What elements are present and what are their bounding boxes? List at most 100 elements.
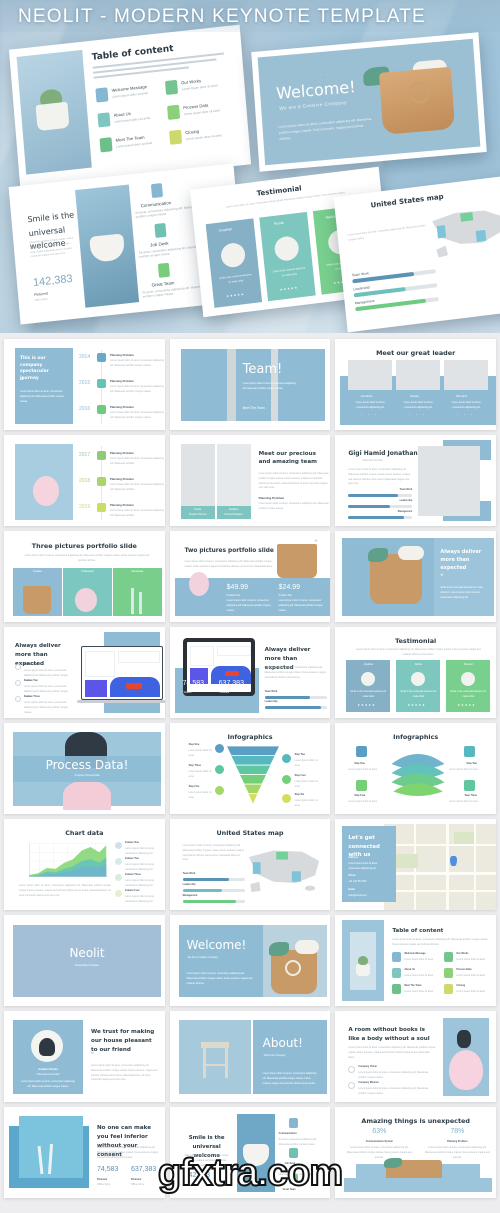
hero-smile-body: Maecenas porttitor congue massa. Fusce p… bbox=[29, 236, 74, 259]
sphere-sub-1: Lorem ipsum dolor sit amet bbox=[449, 768, 478, 771]
testimonial-body: Lorem ipsum dolor sit amet, consectetur … bbox=[356, 648, 481, 656]
funnel-node-2 bbox=[214, 765, 224, 774]
hero-banner: NEOLIT - MODERN KEYNOTE TEMPLATE Table o… bbox=[0, 0, 500, 333]
journey2-icon-1 bbox=[97, 477, 106, 486]
amazing-stat-label-1: Planning Problem bbox=[447, 1140, 468, 1143]
area-chart-graphic bbox=[28, 843, 108, 878]
testimonial-name-2: Bernard bbox=[464, 663, 473, 666]
toc-icon-0 bbox=[392, 952, 402, 962]
page-title: NEOLIT - MODERN KEYNOTE TEMPLATE bbox=[18, 6, 426, 27]
chart-legend-sub-3: Lorem ipsum dolor sit amet, consectetur … bbox=[125, 895, 155, 903]
funnel-label-1: Step Two bbox=[294, 753, 306, 756]
tablet-stat-value-1: 637,383 bbox=[218, 680, 244, 687]
hero-testimonial-card-1: Rosita Smile is the universal welcome fo… bbox=[259, 211, 316, 302]
slide-thumb-welcome[interactable]: · · · · · · · · · · Welcome! We Are A Cr… bbox=[169, 915, 331, 1006]
hero-testimonial-name-1: Rosita bbox=[273, 220, 284, 226]
welcome-subtitle: We Are A Creative Company bbox=[187, 956, 218, 959]
laptop-feature-sub-2: Lorem ipsum dolor sit amet, consectetur … bbox=[24, 701, 68, 714]
contact-field-label-0: Address bbox=[348, 856, 358, 859]
portfolio3-tile-label-2: Passionate bbox=[131, 570, 144, 573]
toc-sub-0: Lorem ipsum dolor sit amet bbox=[404, 958, 434, 961]
journey-icon-2 bbox=[97, 405, 106, 414]
slide-thumb-portfolio-3[interactable]: Three pictures portfolio slide Lorem ips… bbox=[4, 531, 165, 622]
slide-thumb-room-books[interactable]: A room without books is like a body with… bbox=[335, 1011, 496, 1102]
journey-year-2: 2016 bbox=[79, 406, 91, 412]
slide-thumb-laptop-features[interactable]: Always deliver more than expected Featur… bbox=[4, 627, 165, 718]
amazing-stat-sub-1: Lorem ipsum dolor sit amet, consectetur … bbox=[424, 1146, 490, 1159]
slide-thumb-neolit-cover[interactable]: Neolit Presentation Template · · · · · ·… bbox=[4, 915, 165, 1006]
slide-thumb-testimonial-3[interactable]: Testimonial Lorem ipsum dolor sit amet, … bbox=[335, 627, 496, 718]
trust-caption: Lorem ipsum dolor sit amet, consectetur … bbox=[21, 1080, 75, 1088]
bullet-icon bbox=[15, 680, 21, 686]
slide-thumb-process-data[interactable]: Process Data! Company Process Data bbox=[4, 723, 165, 814]
funnel-node-1 bbox=[281, 754, 291, 763]
leader-name-0: Jonathan bbox=[360, 394, 373, 398]
journey-sub-2: Lorem ipsum dolor sit amet, consectetur … bbox=[110, 411, 164, 419]
amazing-title: Amazing things is unexpected bbox=[361, 1117, 470, 1125]
hero-testimonial-title: Testimonial bbox=[256, 184, 302, 198]
toc-icon-2 bbox=[392, 968, 402, 978]
slide-thumb-us-map[interactable]: United States map Lorem ipsum dolor sit … bbox=[169, 819, 331, 910]
sphere-sub-2: Lorem ipsum dolor sit amet bbox=[348, 800, 378, 803]
slide-thumb-profile-gigi[interactable]: Gigi Hamid Jonathan Cofounder Founder Lo… bbox=[335, 435, 496, 526]
slide-thumb-precious-team[interactable]: Rosita Creative Director Jonathan Produc… bbox=[169, 435, 331, 526]
chart-legend-sub-1: Lorem ipsum dolor sit amet, consectetur … bbox=[125, 863, 155, 871]
slide-thumb-journey-2[interactable]: 2017 Planning Problem Lorem ipsum dolor … bbox=[4, 435, 165, 526]
room-books-item-label-0: Company Vision bbox=[358, 1065, 378, 1068]
about-subtitle: About Our Company bbox=[263, 1054, 286, 1057]
slide-thumb-chart-data[interactable]: Chart data Lorem ipsum dolor sit amet, c… bbox=[4, 819, 165, 910]
profile-body: Lorem ipsum dolor sit amet, consectetur … bbox=[348, 468, 411, 486]
sphere-icon-0 bbox=[356, 746, 368, 757]
funnel-node-0 bbox=[214, 744, 224, 753]
legend-dot-0 bbox=[115, 842, 122, 849]
slide-thumb-about[interactable]: About! About Our Company · · · · · · · ·… bbox=[169, 1011, 331, 1102]
map-pin-icon bbox=[450, 856, 458, 866]
slide-thumb-toc[interactable]: Table of content Lorem ipsum dolor sit a… bbox=[335, 915, 496, 1006]
toc-label-3: Process Data bbox=[456, 968, 472, 971]
slide-thumb-journey[interactable]: This is our company spectacular journey … bbox=[4, 339, 165, 430]
bullet-icon bbox=[348, 1082, 356, 1089]
toc-icon-5 bbox=[169, 129, 183, 145]
testimonial-name-1: Rosita bbox=[414, 663, 422, 666]
journey2-icon-2 bbox=[97, 503, 106, 512]
slide-thumb-contact[interactable]: Let's get connected with us Address Lore… bbox=[335, 819, 496, 910]
tablet-mockup bbox=[182, 638, 255, 696]
hero-testimonial-name-0: Jonathan bbox=[218, 227, 233, 233]
slide-thumb-portfolio-2[interactable]: Two pictures portfolio slide Lorem ipsum… bbox=[169, 531, 331, 622]
journey-label-1: Planning Problem bbox=[110, 379, 134, 383]
us-map-graphic bbox=[432, 210, 500, 258]
legend-dot-2 bbox=[115, 874, 122, 881]
slide-thumb-inferior-quote[interactable]: No one can make you feel inferior withou… bbox=[4, 1107, 165, 1198]
journey-title: This is our company spectacular journey bbox=[20, 356, 49, 381]
precious-caption-role-0: Creative Director bbox=[188, 513, 207, 516]
journey2-year-0: 2017 bbox=[79, 452, 91, 458]
slide-thumb-deliver-quote[interactable]: Always deliver more than expected “ Smil… bbox=[335, 531, 496, 622]
laptop-feature-label-0: Feature One bbox=[24, 663, 38, 666]
deliver-quote-body: Smile is the universal welcome for make … bbox=[440, 586, 483, 599]
toc-icon-5 bbox=[444, 984, 454, 994]
testimonial-quote-0: Smile is the universal welcome for make … bbox=[350, 690, 387, 698]
contact-field-value-0: Lorem ipsum dolor sit amet, consectetur … bbox=[348, 862, 378, 870]
slide-thumb-team-cover[interactable]: Team! Lorem ipsum dolor sit amet consect… bbox=[169, 339, 331, 430]
funnel-label-3: Step Four bbox=[294, 774, 306, 777]
slide-thumbnail-grid: This is our company spectacular journey … bbox=[0, 333, 500, 1213]
toc-sub-3: Lorem ipsum dolor sit amet bbox=[456, 974, 486, 977]
precious-subbody: Lorem ipsum dolor sit amet, consectetur … bbox=[258, 502, 329, 510]
slide-thumb-great-leader[interactable]: Meet our great leader Jonathan Lorem ips… bbox=[335, 339, 496, 430]
slide-thumb-tablet-stats[interactable]: 74,583 Visitors 637,383 Pinterest Always… bbox=[169, 627, 331, 718]
hero-smile-stat-sub: Offline Store bbox=[34, 297, 48, 302]
portfolio2-body: Lorem ipsum dolor sit amet, consectetur … bbox=[184, 560, 273, 568]
slide-thumb-amazing-things[interactable]: Amazing things is unexpected 63% Communi… bbox=[335, 1107, 496, 1198]
tablet-stat-label-1: Pinterest bbox=[219, 691, 230, 694]
slide-thumb-trust-quote[interactable]: Jonathan Doenks Cofounder & Founder Lore… bbox=[4, 1011, 165, 1102]
hero-testimonial-card-0: Jonathan Smile is the universal welcome … bbox=[205, 218, 263, 308]
communication-icon bbox=[288, 1118, 298, 1128]
chart-legend-label-0: Feature One bbox=[125, 841, 139, 844]
leader-sub-2: Lorem ipsum dolor sit amet, consectetur … bbox=[451, 401, 482, 409]
journey-icon-0 bbox=[97, 353, 106, 362]
usmap-bar-label-1: Leadership bbox=[182, 883, 196, 886]
slide-thumb-funnel[interactable]: Infographics Step One Lorem ipsum dolor … bbox=[169, 723, 331, 814]
funnel-node-4 bbox=[214, 786, 224, 795]
slide-thumb-sphere[interactable]: Infographics Step One Lorem ipsum dolor … bbox=[335, 723, 496, 814]
journey2-year-2: 2019 bbox=[79, 504, 91, 510]
